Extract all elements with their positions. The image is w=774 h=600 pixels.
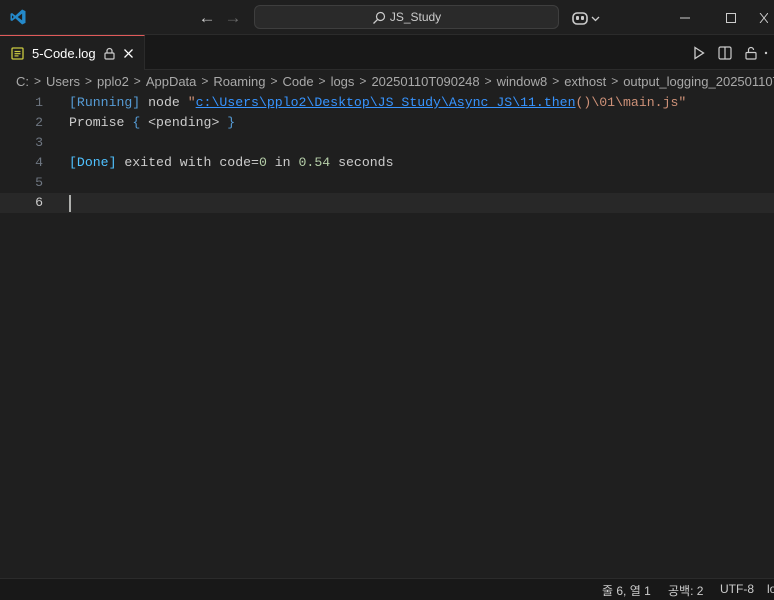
more-icon — [764, 51, 768, 54]
line-number: 3 — [35, 135, 43, 150]
chevron-right-icon: > — [133, 74, 141, 88]
breadcrumb-item[interactable]: 20250110T090248 — [371, 74, 479, 89]
chevron-right-icon: > — [201, 74, 209, 88]
lock-icon — [104, 47, 115, 60]
maximize-icon — [726, 12, 736, 23]
breadcrumb-item[interactable]: Users — [46, 74, 80, 89]
code-token: seconds — [330, 155, 394, 170]
code-token: Promise — [69, 115, 133, 130]
title-bar: ← → JS_Study — [0, 0, 774, 35]
chevron-right-icon: > — [270, 74, 278, 88]
back-arrow-icon[interactable]: ← — [196, 7, 218, 27]
editor[interactable]: 1 [Running] node "c:\Users\pplo2\Desktop\… — [0, 92, 774, 578]
line-number: 1 — [35, 95, 43, 110]
cursor-position[interactable]: 줄 6, 열 1 — [602, 582, 651, 599]
copilot-menu-button[interactable] — [571, 8, 600, 28]
forward-arrow-icon[interactable]: → — [222, 7, 244, 27]
close-window-button[interactable] — [754, 0, 774, 35]
code-token: in — [266, 155, 299, 170]
editor-actions — [686, 35, 774, 70]
line-number: 5 — [35, 175, 43, 190]
code-token: 0.54 — [298, 155, 331, 170]
code-token: ()\01\main.js" — [575, 95, 687, 110]
minimize-button[interactable] — [662, 0, 708, 35]
split-editor-icon — [718, 45, 732, 60]
breadcrumb: C: > Users > pplo2 > AppData > Roaming >… — [0, 70, 774, 92]
vscode-logo-icon[interactable] — [9, 8, 27, 26]
status-bar: 줄 6, 열 1 공백: 2 UTF-8 lo — [0, 578, 774, 600]
minimize-icon — [680, 17, 690, 18]
breadcrumb-item[interactable]: C: — [16, 74, 29, 89]
breadcrumb-item[interactable]: output_logging_20250110T18 — [623, 74, 774, 89]
code-token: 0 — [258, 155, 267, 170]
language-mode-status[interactable]: lo — [767, 582, 774, 596]
code-text: [Running] node "c:\Users\pplo2\Desktop\J… — [69, 93, 686, 113]
close-icon — [759, 12, 768, 23]
tab-5-code-log[interactable]: 5-Code.log — [0, 35, 145, 70]
breadcrumb-item[interactable]: pplo2 — [97, 74, 129, 89]
code-token: exited with code= — [116, 155, 259, 170]
encoding-status[interactable]: UTF-8 — [720, 582, 754, 596]
breadcrumb-item[interactable]: Code — [282, 74, 313, 89]
run-button[interactable] — [686, 35, 712, 70]
breadcrumb-item[interactable]: AppData — [146, 74, 197, 89]
code-text: Promise { <pending> } — [69, 113, 235, 133]
code-line[interactable]: 5 — [0, 173, 774, 193]
code-token: [Done] — [69, 155, 117, 170]
line-number: 4 — [35, 155, 43, 170]
chevron-right-icon: > — [484, 74, 492, 88]
chevron-down-icon — [591, 16, 600, 21]
unlock-icon — [745, 46, 757, 60]
text-cursor — [69, 195, 71, 212]
code-token[interactable]: c:\Users\pplo2\Desktop\JS_Study\Async_JS… — [196, 95, 576, 110]
search-icon — [372, 11, 385, 24]
command-center-search[interactable]: JS_Study — [254, 5, 559, 29]
breadcrumb-item[interactable]: window8 — [497, 74, 548, 89]
tab-bar: 5-Code.log — [0, 35, 774, 70]
chevron-right-icon: > — [84, 74, 92, 88]
breadcrumb-item[interactable]: logs — [331, 74, 355, 89]
code-token: } — [227, 115, 236, 130]
breadcrumb-item[interactable]: Roaming — [213, 74, 265, 89]
tab-label: 5-Code.log — [32, 45, 96, 61]
line-number: 2 — [35, 115, 43, 130]
chevron-right-icon: > — [359, 74, 367, 88]
document-icon — [11, 46, 24, 60]
split-editor-button[interactable] — [712, 35, 738, 70]
code-line[interactable]: 4 [Done] exited with code=0 in 0.54 secon… — [0, 153, 774, 173]
code-token: <pending> — [140, 115, 228, 130]
code-token: node — [140, 95, 188, 110]
line-number: 6 — [35, 195, 43, 210]
code-token: [Running] — [69, 95, 141, 110]
code-line[interactable]: 6 — [0, 193, 774, 213]
indentation-status[interactable]: 공백: 2 — [668, 582, 703, 599]
code-line[interactable]: 2 Promise { <pending> } — [0, 113, 774, 133]
chevron-right-icon: > — [552, 74, 560, 88]
close-icon[interactable] — [123, 48, 134, 59]
code-token: " — [187, 95, 196, 110]
breadcrumb-item[interactable]: exthost — [564, 74, 606, 89]
chevron-right-icon: > — [318, 74, 326, 88]
command-center-label: JS_Study — [389, 10, 442, 24]
chevron-right-icon: > — [611, 74, 619, 88]
more-actions-button[interactable] — [764, 35, 774, 70]
copilot-icon — [572, 12, 588, 25]
unlock-button[interactable] — [738, 35, 764, 70]
code-line[interactable]: 1 [Running] node "c:\Users\pplo2\Desktop\… — [0, 93, 774, 113]
code-line[interactable]: 3 — [0, 133, 774, 153]
code-text: [Done] exited with code=0 in 0.54 second… — [69, 153, 393, 173]
maximize-button[interactable] — [708, 0, 754, 35]
chevron-right-icon: > — [34, 74, 42, 88]
play-icon — [694, 45, 705, 60]
